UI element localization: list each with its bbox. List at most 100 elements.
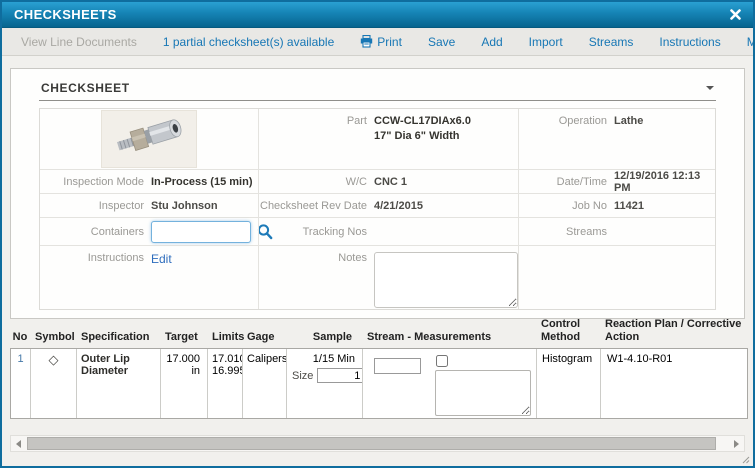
panel-title: CHECKSHEET (41, 81, 130, 95)
sample-frequency: 1/15 Min (292, 353, 358, 365)
header-no: No (10, 331, 30, 344)
containers-label: Containers (40, 226, 144, 238)
containers-field: Containers (40, 217, 258, 245)
control-method-value: Histogram (537, 349, 601, 418)
scroll-left-button[interactable] (11, 436, 26, 451)
spec-table-header: No Symbol Specification Target Limits Ga… (10, 318, 748, 348)
instructions-edit-link[interactable]: Edit (151, 252, 172, 266)
notes-label: Notes (259, 252, 367, 264)
window-title: CHECKSHEETS (14, 7, 117, 22)
notes-textarea[interactable] (374, 252, 518, 308)
instructions-field: Instructions Edit (40, 245, 258, 309)
header-target: Target (160, 331, 207, 344)
titlebar: CHECKSHEETS (2, 2, 753, 28)
part-image-cell (40, 109, 258, 169)
printer-icon (360, 35, 373, 48)
rev-date-field: Checksheet Rev Date 4/21/2015 (258, 193, 518, 217)
header-symbol: Symbol (30, 331, 76, 344)
close-button[interactable] (727, 7, 743, 23)
save-button[interactable]: Save (415, 35, 468, 49)
instructions-button[interactable]: Instructions (646, 35, 733, 49)
collapse-caret-icon[interactable] (706, 86, 714, 90)
streams-button[interactable]: Streams (576, 35, 647, 49)
checksheet-form: Part CCW-CL17DIAx6.0 17" Dia 6" Width Op… (39, 108, 716, 310)
triangle-left-icon (16, 440, 21, 448)
header-reaction: Reaction Plan / Corrective Action (600, 318, 748, 344)
checksheet-panel: CHECKSHEET (10, 68, 745, 319)
close-icon (730, 9, 741, 20)
inspection-mode-field: Inspection Mode In-Process (15 min) (40, 169, 258, 193)
empty-cell (518, 245, 715, 309)
part-photo (101, 110, 197, 168)
header-limits: Limits (207, 331, 242, 344)
containers-input[interactable] (151, 221, 251, 243)
more-dropdown[interactable]: More (734, 35, 755, 49)
stream-measurements-cell (363, 349, 537, 418)
print-button[interactable]: Print (347, 35, 415, 49)
job-no-value: 11421 (614, 200, 644, 212)
header-specification: Specification (76, 331, 160, 344)
row-number: 1 (11, 349, 31, 418)
streams-label: Streams (519, 226, 607, 238)
operation-field: Operation Lathe (518, 109, 715, 169)
inspection-mode-value: In-Process (15 min) (151, 176, 252, 188)
part-field: Part CCW-CL17DIAx6.0 17" Dia 6" Width (258, 109, 518, 169)
operation-value: Lathe (614, 115, 643, 127)
target-value: 17.000 in (161, 349, 208, 418)
import-button[interactable]: Import (516, 35, 576, 49)
rev-date-label: Checksheet Rev Date (259, 200, 367, 212)
part-value: CCW-CL17DIAx6.0 17" Dia 6" Width (374, 115, 471, 142)
header-gage: Gage (242, 331, 286, 344)
reaction-plan-value: W1-4.10-R01 (601, 349, 747, 418)
job-no-label: Job No (519, 200, 607, 212)
measurement-checkbox[interactable] (436, 355, 448, 367)
gage-value: Calipers (243, 349, 287, 418)
header-control: Control Method (536, 318, 600, 344)
measurement-input[interactable] (374, 358, 421, 374)
resize-grip-icon[interactable] (741, 455, 750, 464)
inspector-label: Inspector (40, 200, 144, 212)
operation-label: Operation (519, 115, 607, 127)
date-time-label: Date/Time (519, 176, 607, 188)
header-sample: Sample (286, 331, 362, 344)
streams-field: Streams (518, 217, 715, 245)
table-row: 1 ◇ Outer Lip Diameter 17.000 in 17.010 … (10, 348, 748, 419)
checksheets-window: CHECKSHEETS View Line Documents 1 partia… (0, 0, 755, 468)
tracking-nos-field: Tracking Nos (258, 217, 518, 245)
diamond-symbol-icon: ◇ (31, 349, 77, 418)
header-stream: Stream - Measurements (362, 331, 536, 344)
limits-value: 17.010 16.995 (208, 349, 243, 418)
rev-date-value: 4/21/2015 (374, 200, 423, 212)
measurement-notes-textarea[interactable] (435, 370, 531, 416)
sample-cell: 1/15 Min Size (287, 349, 363, 418)
print-label: Print (377, 35, 402, 49)
wc-value: CNC 1 (374, 176, 407, 188)
toolbar: View Line Documents 1 partial checksheet… (2, 28, 753, 56)
triangle-right-icon (734, 440, 739, 448)
horizontal-scrollbar[interactable] (10, 435, 745, 452)
scroll-right-button[interactable] (729, 436, 744, 451)
sample-size-input[interactable] (317, 368, 363, 383)
specification-value: Outer Lip Diameter (77, 349, 161, 418)
spec-table: No Symbol Specification Target Limits Ga… (10, 318, 748, 419)
more-label: More (747, 35, 755, 49)
part-label: Part (259, 115, 367, 127)
instructions-label: Instructions (40, 252, 144, 264)
inspector-value: Stu Johnson (151, 200, 218, 212)
inspection-mode-label: Inspection Mode (40, 176, 144, 188)
scrollbar-track[interactable] (26, 437, 729, 450)
inspector-field: Inspector Stu Johnson (40, 193, 258, 217)
scrollbar-thumb[interactable] (27, 437, 716, 450)
panel-header: CHECKSHEET (39, 75, 716, 101)
wc-label: W/C (259, 176, 367, 188)
view-line-documents-button[interactable]: View Line Documents (8, 35, 150, 49)
date-time-value: 12/19/2016 12:13 PM (614, 170, 715, 194)
partial-checksheets-link[interactable]: 1 partial checksheet(s) available (150, 35, 347, 49)
sample-size-label: Size (292, 370, 313, 382)
notes-field: Notes (258, 245, 518, 309)
tracking-nos-label: Tracking Nos (259, 226, 367, 238)
date-time-field: Date/Time 12/19/2016 12:13 PM (518, 169, 715, 193)
wc-field: W/C CNC 1 (258, 169, 518, 193)
add-button[interactable]: Add (468, 35, 515, 49)
job-no-field: Job No 11421 (518, 193, 715, 217)
